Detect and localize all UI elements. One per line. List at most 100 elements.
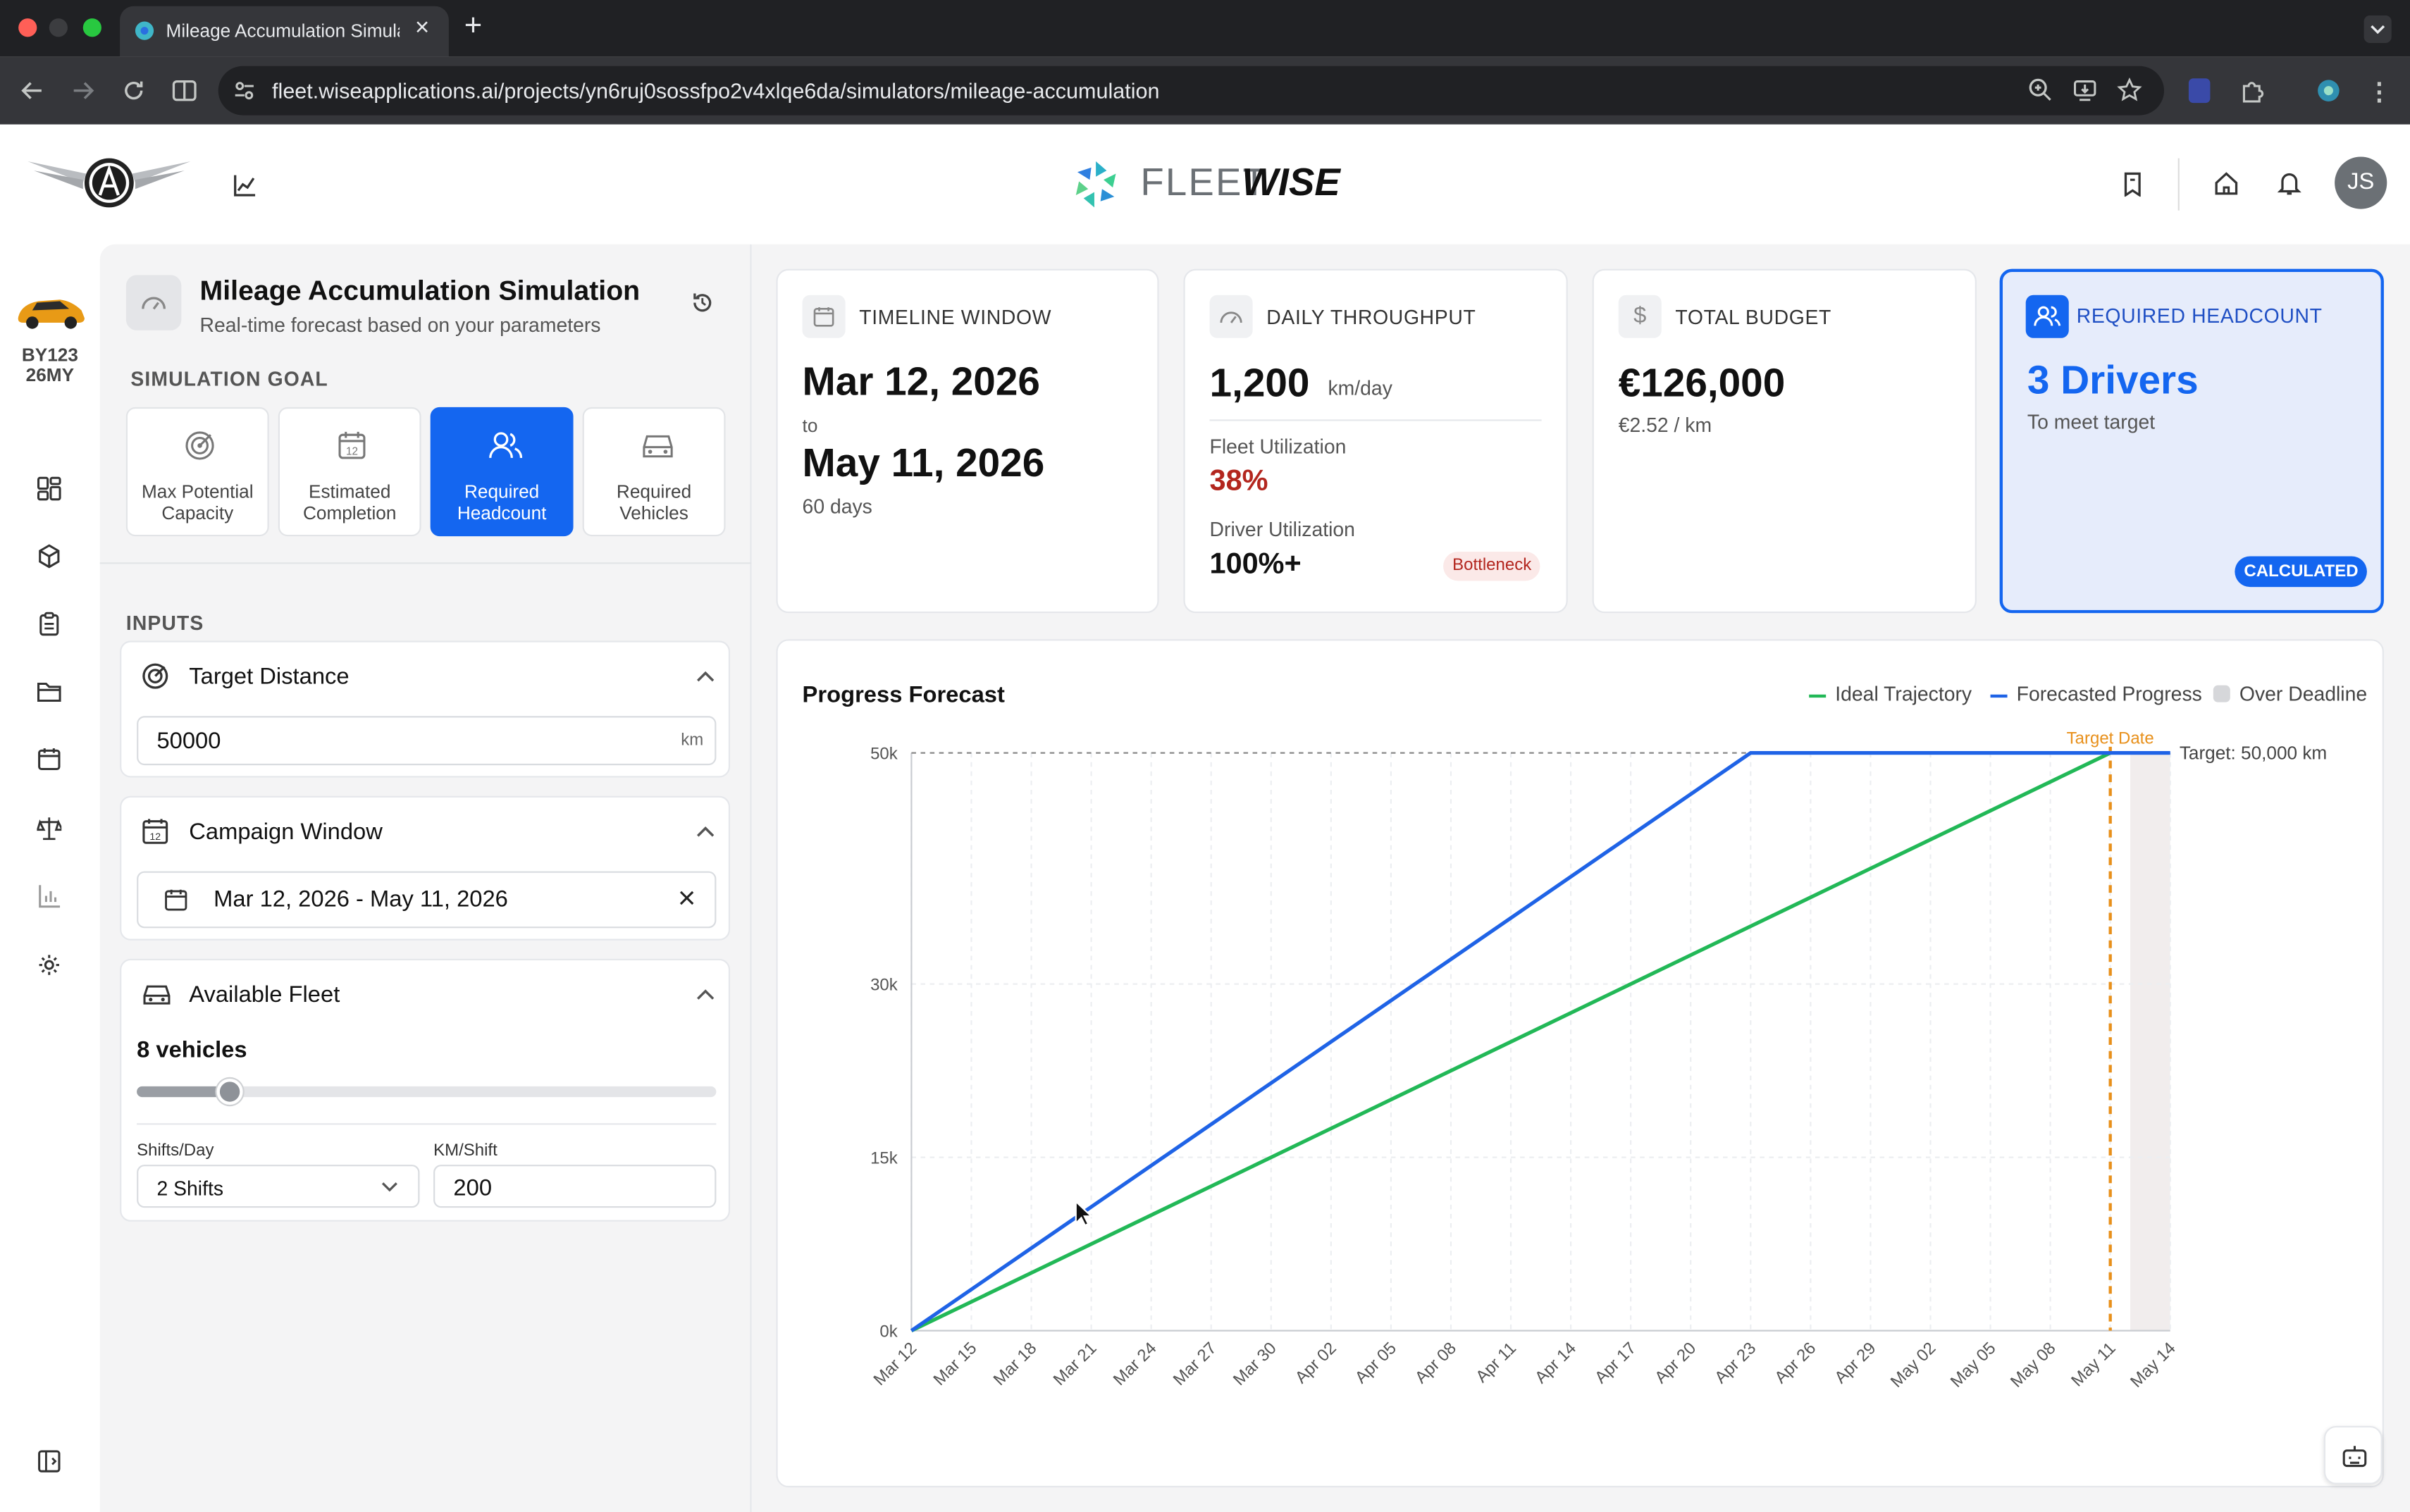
- vehicle-slider-track[interactable]: [137, 1078, 717, 1105]
- home-icon[interactable]: [2213, 171, 2239, 197]
- url-text: fleet.wiseapplications.ai/projects/yn6ru…: [272, 78, 1160, 104]
- address-bar[interactable]: fleet.wiseapplications.ai/projects/yn6ru…: [218, 66, 2165, 116]
- window-maximize-button[interactable]: [82, 18, 101, 37]
- x-tick-label: Mar 21: [1050, 1339, 1101, 1389]
- goal-max-potential-capacity[interactable]: Max Potential Capacity: [125, 407, 269, 537]
- site-info-icon[interactable]: [232, 78, 257, 103]
- driver-utilization-label: Driver Utilization: [1209, 517, 1355, 541]
- panel-divider: [99, 562, 752, 564]
- kpi-title: TOTAL BUDGET: [1675, 305, 1832, 329]
- panel-subtitle: Real-time forecast based on your paramet…: [199, 313, 601, 337]
- speedometer-icon: [142, 297, 166, 310]
- calendar-icon: 12: [142, 819, 168, 844]
- split-view-icon[interactable]: [171, 77, 198, 104]
- back-icon[interactable]: [18, 77, 46, 104]
- zoom-icon[interactable]: [2027, 77, 2053, 103]
- svg-text:12: 12: [346, 446, 358, 458]
- x-tick-label: Mar 12: [870, 1339, 920, 1389]
- goal-estimated-completion[interactable]: 12 Estimated Completion: [278, 407, 421, 537]
- reload-icon[interactable]: [120, 77, 147, 104]
- header-divider: [2177, 158, 2180, 211]
- speedometer-badge: [125, 275, 182, 330]
- settings-gear-icon[interactable]: [37, 953, 61, 977]
- window-minimize-button[interactable]: [49, 18, 68, 37]
- shifts-per-day-select[interactable]: 2 Shifts: [137, 1165, 420, 1208]
- calendar-nav-icon[interactable]: [37, 747, 61, 772]
- browser-tab[interactable]: Mileage Accumulation Simula ×: [120, 6, 449, 57]
- install-app-icon[interactable]: [2072, 77, 2098, 103]
- shifts-per-day-label: Shifts/Day: [137, 1141, 214, 1160]
- forward-icon[interactable]: [69, 77, 97, 104]
- chevron-up-icon[interactable]: [696, 670, 715, 682]
- window-close-button[interactable]: [18, 18, 37, 37]
- goal-label-2: Completion: [302, 502, 397, 524]
- bottleneck-badge: Bottleneck: [1443, 551, 1541, 581]
- notification-bell-icon[interactable]: [2276, 171, 2302, 197]
- browser-menu-icon[interactable]: ⋮: [2367, 77, 2392, 108]
- mouse-cursor: [1075, 1200, 1093, 1227]
- target-distance-unit: km: [681, 731, 704, 750]
- x-tick-label: Apr 20: [1651, 1339, 1700, 1387]
- x-tick-label: Mar 15: [930, 1339, 981, 1389]
- vehicle-count: 8 vehicles: [137, 1037, 247, 1064]
- available-fleet-title: Available Fleet: [189, 981, 340, 1008]
- calendar-icon: 12: [338, 431, 366, 459]
- browser-tab-bar: Mileage Accumulation Simula × +: [0, 0, 2410, 57]
- target-distance-input[interactable]: 50000 km: [137, 716, 717, 766]
- clipboard-icon[interactable]: [37, 612, 61, 636]
- assistant-bot-button[interactable]: [2323, 1425, 2383, 1485]
- speedometer-icon-badge: [1209, 295, 1253, 338]
- budget-value: €126,000: [1618, 359, 1786, 406]
- extensions-puzzle-icon[interactable]: [2239, 77, 2267, 104]
- headcount-value: 3 Drivers: [2027, 356, 2199, 403]
- browser-toolbar: fleet.wiseapplications.ai/projects/yn6ru…: [0, 56, 2410, 125]
- tab-close-icon[interactable]: ×: [415, 16, 429, 43]
- x-tick-label: May 05: [1947, 1339, 2000, 1392]
- scales-icon[interactable]: [37, 816, 62, 841]
- throughput-divider: [1209, 419, 1542, 421]
- goal-label-1: Estimated: [308, 481, 391, 503]
- car-icon: [643, 435, 673, 458]
- goal-required-headcount[interactable]: Required Headcount: [430, 407, 574, 537]
- vehicle-id: BY123: [21, 344, 78, 366]
- user-avatar[interactable]: JS: [2335, 156, 2387, 209]
- simulation-panel: Mileage Accumulation Simulation Real-tim…: [99, 244, 752, 1512]
- chevron-up-icon[interactable]: [696, 825, 715, 837]
- x-tick-label: Apr 14: [1531, 1339, 1580, 1387]
- goal-required-vehicles[interactable]: Required Vehicles: [582, 407, 726, 537]
- goal-label-1: Required: [616, 481, 692, 503]
- chevron-up-icon[interactable]: [696, 988, 715, 1000]
- fleet-utilization-value: 38%: [1209, 465, 1268, 498]
- kpi-title: REQUIRED HEADCOUNT: [2076, 304, 2323, 328]
- vehicle-slider-handle[interactable]: [217, 1078, 244, 1105]
- new-tab-icon[interactable]: +: [464, 9, 482, 44]
- x-tick-label: Mar 30: [1230, 1339, 1280, 1389]
- bookmark-icon[interactable]: [2121, 172, 2144, 197]
- x-tick-label: May 08: [2007, 1339, 2060, 1392]
- timeline-start: Mar 12, 2026: [802, 358, 1040, 404]
- dashboard-icon[interactable]: [37, 476, 61, 501]
- throughput-unit: km/day: [1328, 376, 1392, 400]
- package-icon[interactable]: [37, 544, 61, 569]
- date-range-input[interactable]: Mar 12, 2026 - May 11, 2026 ×: [137, 871, 717, 929]
- tab-search-icon[interactable]: [2363, 15, 2392, 44]
- users-icon: [489, 432, 523, 459]
- reset-icon[interactable]: [690, 290, 715, 315]
- folder-icon[interactable]: [37, 679, 61, 704]
- analytics-icon[interactable]: [232, 172, 258, 198]
- extension-icon[interactable]: [2188, 78, 2211, 104]
- tab-title: Mileage Accumulation Simula: [166, 20, 400, 42]
- users-icon: [2034, 306, 2061, 326]
- bookmark-star-icon[interactable]: [2116, 77, 2142, 103]
- clear-date-icon[interactable]: ×: [678, 882, 696, 917]
- km-per-shift-input[interactable]: 200: [433, 1165, 717, 1208]
- calendar-icon: [813, 307, 834, 327]
- x-tick-label: May 14: [2127, 1339, 2180, 1392]
- collapse-sidebar-icon[interactable]: [37, 1449, 61, 1474]
- company-logo: [27, 155, 191, 211]
- budget-per-km: €2.52 / km: [1618, 413, 1712, 437]
- x-tick-label: Apr 05: [1352, 1339, 1400, 1387]
- profile-icon[interactable]: [2315, 77, 2342, 104]
- bar-chart-icon[interactable]: [37, 884, 61, 908]
- brand-bold: WISE: [1242, 161, 1340, 205]
